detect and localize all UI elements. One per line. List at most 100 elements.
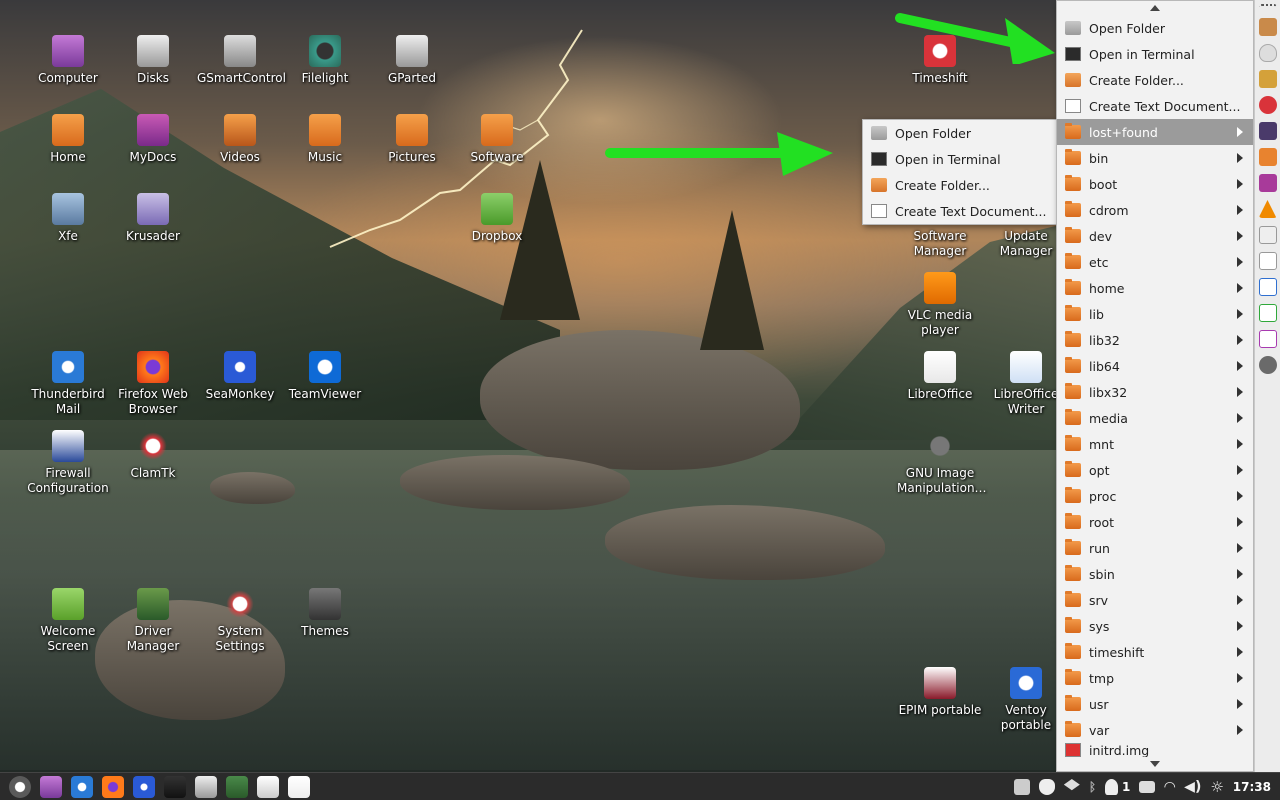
menu-folder-boot[interactable]: boot (1057, 171, 1253, 197)
mydocs-icon[interactable] (1258, 174, 1277, 192)
menu-folder-sbin[interactable]: sbin (1057, 561, 1253, 587)
desktop-icon-mydocs[interactable]: MyDocs (110, 114, 196, 165)
desktop-icon-xfe[interactable]: Xfe (25, 193, 111, 244)
menu-folder-cdrom[interactable]: cdrom (1057, 197, 1253, 223)
menu-folder-srv[interactable]: srv (1057, 587, 1253, 613)
submenu-create-text-document[interactable]: Create Text Document... (863, 198, 1058, 224)
shield-tray-icon[interactable] (1038, 779, 1055, 795)
dropbox-folder-icon (481, 193, 513, 225)
firefox-icon[interactable] (102, 775, 124, 798)
desktop-icon-disks[interactable]: Disks (110, 35, 196, 86)
submenu-open-folder[interactable]: Open Folder (863, 120, 1058, 146)
thunderbird-icon[interactable] (71, 775, 93, 798)
desktop-icon-software-folder[interactable]: Software (454, 114, 540, 165)
home-folder-icon[interactable] (1258, 148, 1277, 166)
desktop-icon-teamviewer[interactable]: TeamViewer (282, 351, 368, 402)
desktop-icon-dropbox-folder[interactable]: Dropbox (454, 193, 540, 244)
menu-folder-media[interactable]: media (1057, 405, 1253, 431)
submenu-create-folder[interactable]: Create Folder... (863, 172, 1058, 198)
menu-folder-bin[interactable]: bin (1057, 145, 1253, 171)
menu-folder-lib[interactable]: lib (1057, 301, 1253, 327)
desktop-icon-firefox[interactable]: Firefox Web Browser (110, 351, 196, 417)
text-editor-icon[interactable] (257, 775, 279, 798)
desktop-icon-thunderbird[interactable]: Thunderbird Mail (25, 351, 111, 417)
file-manager-icon[interactable] (40, 775, 62, 798)
menu-folder-root[interactable]: root (1057, 509, 1253, 535)
menu-folder-var[interactable]: var (1057, 717, 1253, 743)
menu-create-folder[interactable]: Create Folder... (1057, 67, 1253, 93)
vlc-icon[interactable] (1258, 200, 1277, 218)
clock[interactable]: 17:38 (1233, 780, 1271, 794)
menu-open-in-terminal[interactable]: Open in Terminal (1057, 41, 1253, 67)
desktop-icon-themes[interactable]: Themes (282, 588, 368, 639)
computer-icon[interactable] (1258, 122, 1277, 140)
menu-folder-lost-found[interactable]: lost+found (1057, 119, 1253, 145)
menu-open-folder[interactable]: Open Folder (1057, 15, 1253, 41)
timeshift-icon[interactable] (1258, 96, 1277, 114)
libreoffice-calc-icon[interactable] (1258, 304, 1277, 322)
desktop-icon-firewall[interactable]: Firewall Configuration (25, 430, 111, 496)
desktop-icon-gimp[interactable]: GNU Image Manipulation… (897, 430, 987, 496)
menu-folder-etc[interactable]: etc (1057, 249, 1253, 275)
libreoffice-writer-icon[interactable] (1258, 278, 1277, 296)
volume-tray-icon[interactable]: ◀) (1184, 779, 1201, 795)
menu-create-text-document[interactable]: Create Text Document... (1057, 93, 1253, 119)
menu-scroll-down[interactable] (1057, 757, 1253, 771)
desktop-icon-gsmartcontrol[interactable]: GSmartControl (197, 35, 286, 86)
bluetooth-tray-icon[interactable]: ᛒ (1089, 780, 1096, 794)
submenu-open-in-terminal[interactable]: Open in Terminal (863, 146, 1058, 172)
terminal-icon[interactable] (164, 775, 186, 798)
desktop-icon-home-folder[interactable]: Home (25, 114, 111, 165)
desktop-icon-system-settings[interactable]: System Settings (197, 588, 283, 654)
dropbox-tray-icon[interactable] (1063, 779, 1080, 795)
folder-icon[interactable] (1258, 70, 1277, 88)
desktop-icon-pictures-folder[interactable]: Pictures (369, 114, 455, 165)
menu-folder-run[interactable]: run (1057, 535, 1253, 561)
desktop-icon-epim[interactable]: EPIM portable (897, 667, 983, 718)
desktop-icon-vlc[interactable]: VLC media player (897, 272, 983, 338)
menu-folder-home[interactable]: home (1057, 275, 1253, 301)
menu-folder-timeshift[interactable]: timeshift (1057, 639, 1253, 665)
folder-icon[interactable] (1258, 18, 1277, 36)
brightness-tray-icon[interactable]: ☼ (1210, 778, 1223, 796)
desktop-icon-seamonkey[interactable]: SeaMonkey (197, 351, 283, 402)
desktop-icon-videos-folder[interactable]: Videos (197, 114, 283, 165)
files-tray-icon[interactable] (1013, 779, 1030, 795)
mint-menu-icon[interactable] (9, 775, 31, 798)
menu-folder-lib64[interactable]: lib64 (1057, 353, 1253, 379)
libreoffice-impress-icon[interactable] (1258, 330, 1277, 348)
desktop-icon-computer[interactable]: Computer (25, 35, 111, 86)
document-icon[interactable] (1258, 252, 1277, 270)
calendar-icon[interactable] (195, 775, 217, 798)
menu-folder-tmp[interactable]: tmp (1057, 665, 1253, 691)
panel-handle-icon[interactable] (1258, 4, 1277, 10)
desktop-icon-filelight[interactable]: Filelight (282, 35, 368, 86)
menu-folder-mnt[interactable]: mnt (1057, 431, 1253, 457)
menu-folder-libx32[interactable]: libx32 (1057, 379, 1253, 405)
menu-scroll-up[interactable] (1057, 1, 1253, 15)
menu-folder-opt[interactable]: opt (1057, 457, 1253, 483)
menu-folder-proc[interactable]: proc (1057, 483, 1253, 509)
notifications-tray[interactable]: 1 (1105, 779, 1130, 795)
document-icon[interactable] (288, 775, 310, 798)
desktop-icon-gparted[interactable]: GParted (369, 35, 455, 86)
menu-folder-usr[interactable]: usr (1057, 691, 1253, 717)
calculator-icon[interactable] (226, 775, 248, 798)
menu-folder-sys[interactable]: sys (1057, 613, 1253, 639)
text-editor-icon[interactable] (1258, 226, 1277, 244)
desktop-icon-music-folder[interactable]: Music (282, 114, 368, 165)
desktop-icon-driver-manager[interactable]: Driver Manager (110, 588, 196, 654)
desktop-icon-krusader[interactable]: Krusader (110, 193, 196, 244)
gimp-icon[interactable] (1258, 356, 1277, 374)
menu-folder-lib32[interactable]: lib32 (1057, 327, 1253, 353)
printer-tray-icon[interactable] (1139, 781, 1156, 793)
shield-icon[interactable] (1258, 44, 1277, 62)
menu-folder-dev[interactable]: dev (1057, 223, 1253, 249)
menu-item-initrd[interactable]: initrd.img (1057, 743, 1253, 757)
network-tray-icon[interactable]: ◠ (1164, 779, 1175, 795)
seamonkey-icon[interactable] (133, 775, 155, 798)
desktop-icon-label: Thunderbird (31, 387, 105, 401)
desktop-icon-clamtk[interactable]: ClamTk (110, 430, 196, 481)
desktop-icon-welcome-screen[interactable]: Welcome Screen (25, 588, 111, 654)
desktop-icon-libreoffice[interactable]: LibreOffice (897, 351, 983, 402)
